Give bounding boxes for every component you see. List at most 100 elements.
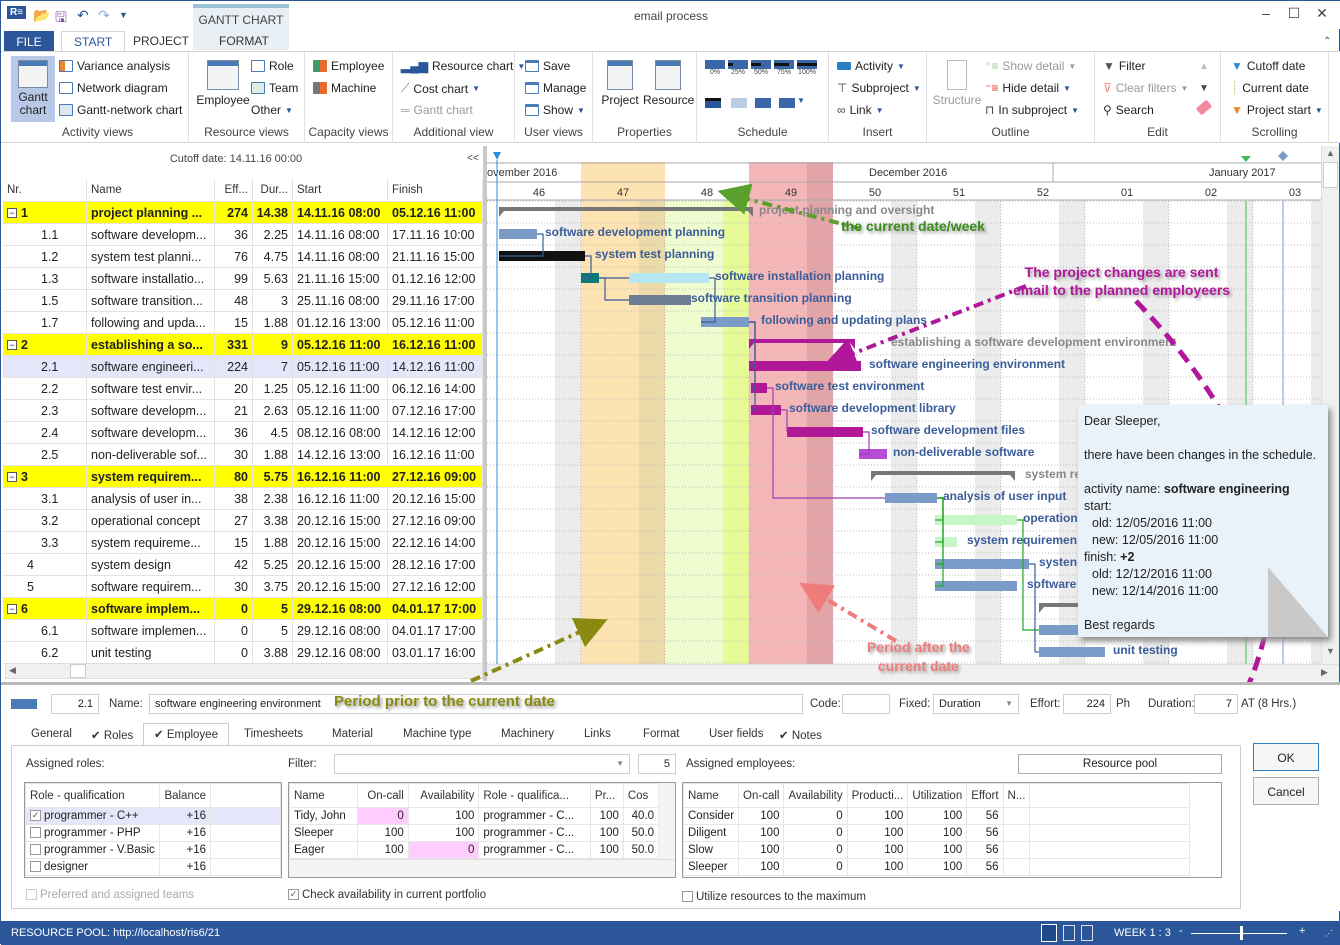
emp-col-0[interactable]: Name: [682, 783, 740, 808]
activity-bar[interactable]: [935, 515, 1017, 525]
table-row[interactable]: 1.5 software transition... 48 3 25.11.16 08:…: [3, 290, 483, 312]
bar-label[interactable]: non-deliverable software: [893, 445, 1035, 459]
employee-view-button[interactable]: Employee: [195, 60, 251, 107]
checkbox[interactable]: [30, 861, 41, 873]
employee-row[interactable]: Consider 100 0 100 100 56: [682, 807, 1191, 825]
tab-file[interactable]: FILE: [4, 31, 54, 51]
split-activity-icon[interactable]: [755, 98, 771, 108]
team-view-button[interactable]: Team: [251, 81, 298, 95]
insert-link-dropdown[interactable]: ∞ Link ▼: [837, 103, 884, 117]
move-to-cutoff-icon[interactable]: [705, 98, 721, 108]
col-duration[interactable]: Dur...: [253, 179, 293, 201]
manage-views-button[interactable]: Manage: [525, 81, 586, 95]
resource-chart-dropdown[interactable]: ▂▄▆ Resource chart ▼: [401, 59, 525, 73]
pool-row[interactable]: Sleeper 100 100 programmer - C... 100 50.0: [289, 824, 660, 842]
scroll-up-icon[interactable]: ▲: [1326, 148, 1335, 158]
project-start-dropdown[interactable]: ▼ Project start ▼: [1231, 103, 1323, 117]
show-detail-dropdown[interactable]: ⁺≡ Show detail ▼: [985, 59, 1076, 73]
insert-subproject-dropdown[interactable]: ⊤ Subproject ▼: [837, 81, 921, 95]
collapse-toggle-icon[interactable]: −: [7, 603, 17, 614]
scroll-left-icon[interactable]: ◀: [9, 665, 16, 676]
utilize-maximum-checkbox[interactable]: Utilize resources to the maximum: [682, 891, 866, 903]
role-row[interactable]: designer +16: [24, 858, 281, 876]
emp-col-6[interactable]: N...: [1002, 783, 1031, 808]
filter-count-field[interactable]: 5: [638, 754, 676, 774]
pool-row[interactable]: Tidy, John 0 100 programmer - C... 100 40.0: [289, 807, 660, 825]
cost-chart-dropdown[interactable]: ⟋ Cost chart ▼: [401, 81, 480, 96]
emp-col-2[interactable]: Availability: [783, 783, 848, 808]
selected-activity-bar[interactable]: [749, 361, 861, 371]
hide-detail-dropdown[interactable]: ⁻≡ Hide detail ▼: [985, 81, 1071, 95]
checkbox[interactable]: [682, 891, 693, 903]
table-row[interactable]: 3.2 operational concept 27 3.38 20.12.16 15:…: [3, 510, 483, 532]
structure-button[interactable]: Structure: [931, 60, 983, 107]
form-tab-4[interactable]: Material: [332, 725, 373, 745]
check-availability-checkbox[interactable]: ✓ Check availability in current portfolio: [288, 889, 486, 901]
dropdown-arrow-icon[interactable]: ▼: [797, 96, 805, 105]
employee-row[interactable]: Diligent 100 0 100 100 56: [682, 824, 1191, 842]
maximize-icon[interactable]: ☐: [1284, 5, 1304, 22]
bar-label[interactable]: software development library: [789, 401, 956, 415]
table-row[interactable]: −3 system requirem... 80 5.75 16.12.16 11:00…: [3, 466, 483, 488]
role-row[interactable]: programmer - V.Basic +16: [24, 841, 281, 859]
form-tab-8[interactable]: Format: [643, 725, 679, 745]
col-start[interactable]: Start: [293, 179, 388, 201]
form-tab-3[interactable]: Timesheets: [244, 725, 303, 745]
table-row[interactable]: 1.2 system test planni... 76 4.75 14.11.16 0…: [3, 246, 483, 268]
duration-field[interactable]: 7: [1194, 694, 1238, 714]
col-effort[interactable]: Eff...: [215, 179, 253, 201]
form-tab-0[interactable]: General: [31, 725, 72, 745]
table-row[interactable]: −1 project planning ... 274 14.38 14.11.16 0…: [3, 202, 483, 224]
bar-label[interactable]: following and updating plans: [761, 313, 927, 327]
resource-pool-button[interactable]: Resource pool: [1018, 754, 1222, 774]
table-row[interactable]: 2.3 software developm... 21 2.63 05.12.16 11…: [3, 400, 483, 422]
progress-2-button[interactable]: 50%: [751, 60, 771, 76]
col-name[interactable]: Name: [87, 179, 215, 201]
activity-bar[interactable]: [787, 427, 863, 437]
bar-label[interactable]: system test planning: [595, 247, 714, 261]
pool-col-2[interactable]: Availability: [407, 783, 480, 808]
activity-bar[interactable]: [629, 273, 709, 283]
save-view-button[interactable]: Save: [525, 59, 570, 73]
scroll-down-icon[interactable]: ▼: [1199, 83, 1209, 94]
zoom-slider-track[interactable]: [1191, 933, 1287, 934]
interrupt-activity-icon[interactable]: [779, 98, 795, 108]
activity-bar[interactable]: [1039, 647, 1105, 657]
employee-row[interactable]: Slow 100 0 100 100 56: [682, 841, 1191, 859]
emp-col-5[interactable]: Effort: [966, 783, 1004, 808]
clear-filters-dropdown[interactable]: ⊽ Clear filters ▼: [1103, 81, 1188, 95]
form-tab-10[interactable]: ✔ Notes: [779, 725, 822, 745]
col-balance[interactable]: Balance: [159, 783, 211, 808]
eraser-icon[interactable]: [1195, 99, 1213, 116]
table-row[interactable]: 2.2 software test envir... 20 1.25 05.12.16 …: [3, 378, 483, 400]
table-row[interactable]: 1.1 software developm... 36 2.25 14.11.16 08…: [3, 224, 483, 246]
col-finish[interactable]: Finish: [388, 179, 483, 201]
activity-bar[interactable]: [629, 295, 691, 305]
insert-activity-dropdown[interactable]: Activity ▼: [837, 59, 905, 73]
collapse-toggle-icon[interactable]: −: [7, 339, 17, 350]
employee-row[interactable]: Sleeper 100 0 100 100 56: [682, 858, 1191, 876]
emp-col-4[interactable]: Utilization: [907, 783, 968, 808]
emp-col-3[interactable]: Producti...: [846, 783, 909, 808]
tab-start[interactable]: START: [61, 31, 126, 52]
bar-label[interactable]: system requiremen: [967, 533, 1077, 547]
tab-format[interactable]: FORMAT: [207, 31, 281, 51]
form-tab-5[interactable]: Machine type: [403, 725, 471, 745]
table-row[interactable]: 1.7 following and upda... 15 1.88 01.12.16 1…: [3, 312, 483, 334]
bar-label[interactable]: software development planning: [545, 225, 725, 239]
pool-col-5[interactable]: Cos: [622, 783, 660, 808]
additional-gantt-chart-button[interactable]: ═ Gantt chart: [401, 103, 473, 117]
preferred-teams-checkbox[interactable]: Preferred and assigned teams: [26, 889, 194, 901]
capacity-employee-button[interactable]: Employee: [313, 59, 384, 73]
activity-color-swatch[interactable]: [11, 699, 37, 709]
activity-bar[interactable]: [499, 229, 537, 239]
resource-properties-button[interactable]: Resource: [643, 60, 694, 107]
pool-horizontal-scrollbar[interactable]: [289, 859, 675, 877]
table-horizontal-scrollbar[interactable]: ◀: [5, 663, 483, 679]
table-row[interactable]: 6.1 software implemen... 0 5 29.12.16 08:00 0…: [3, 620, 483, 642]
view-resource-icon[interactable]: [1081, 925, 1093, 941]
collapse-toggle-icon[interactable]: −: [7, 207, 17, 218]
progress-3-button[interactable]: 75%: [774, 60, 794, 76]
bar-label[interactable]: software test environment: [775, 379, 924, 393]
checkbox[interactable]: [26, 889, 37, 901]
